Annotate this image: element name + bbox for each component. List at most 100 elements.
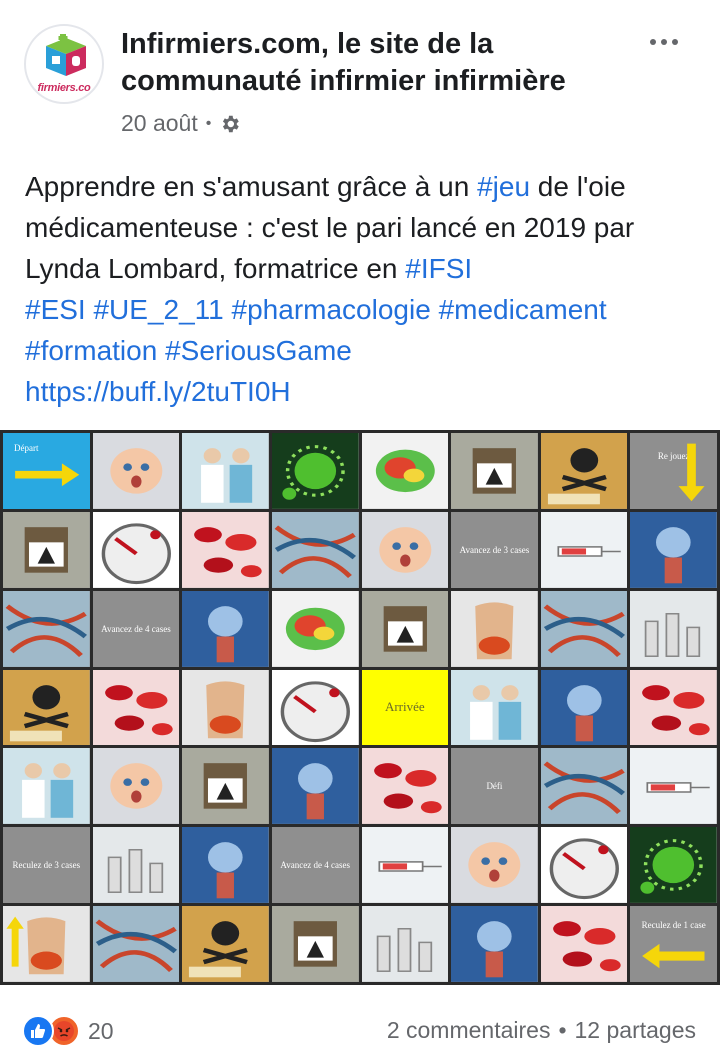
post-link[interactable]: https://buff.ly/2tuTI0H xyxy=(25,376,291,407)
xray-illustration xyxy=(182,590,269,667)
arrow-icon xyxy=(642,944,705,969)
arrow-icon xyxy=(678,443,705,502)
syringe-illustration xyxy=(630,748,717,825)
board-cell-gauge-image xyxy=(92,511,180,588)
board-cell-vessels-image xyxy=(271,511,359,588)
board-cell-rejouez: Re jouez xyxy=(630,433,717,509)
board-cell-syringe-image xyxy=(540,511,628,588)
poison-illustration xyxy=(182,906,269,982)
meds-illustration xyxy=(361,906,449,982)
board-cell-vessels-image xyxy=(92,906,180,982)
board-cell-box-image xyxy=(271,906,359,982)
board-cell-back-image xyxy=(182,669,269,746)
shares-count[interactable]: 12 partages xyxy=(575,1017,696,1044)
board-cell-box-image xyxy=(3,511,90,588)
box-illustration xyxy=(361,590,449,667)
hashtag-ifsi[interactable]: #IFSI xyxy=(405,253,472,284)
box-illustration xyxy=(182,748,269,825)
gear-icon xyxy=(223,115,240,132)
board-cell-poison-image xyxy=(182,906,269,982)
hashtag-pharmacologie[interactable]: #pharmacologie xyxy=(232,294,431,325)
meta-separator: • xyxy=(205,114,212,132)
gauge-illustration xyxy=(271,669,359,746)
board-cell-gauge-image xyxy=(540,827,628,904)
board-cell-poison-image xyxy=(3,669,90,746)
back-illustration xyxy=(182,669,269,746)
board-cell-xray-image xyxy=(451,906,538,982)
board-cell-virus-image xyxy=(630,827,717,904)
hashtag-jeu[interactable]: #jeu xyxy=(477,171,530,202)
board-cell-nurses-image xyxy=(182,433,269,509)
vessels-illustration xyxy=(271,511,359,588)
board-cell-reculez1: Reculez de 1 case xyxy=(630,906,717,982)
board-cell-label: Avancez de 3 cases xyxy=(459,544,530,555)
post-date[interactable]: 20 août xyxy=(121,110,198,137)
board-cell-back-image xyxy=(3,906,90,982)
board-cell-xray-image xyxy=(540,669,628,746)
syringe-illustration xyxy=(361,827,449,904)
board-cell-defi: Défi xyxy=(451,748,538,825)
reactions-summary[interactable]: 20 xyxy=(22,1015,114,1047)
nurses-illustration xyxy=(3,748,90,825)
board-cell-arrivee: Arrivée xyxy=(361,669,449,746)
baby-illustration xyxy=(92,433,180,509)
infirmiers-logo-icon xyxy=(46,34,86,76)
board-cell-nurses-image xyxy=(3,748,90,825)
blood-illustration xyxy=(630,669,717,746)
board-cell-nurses-image xyxy=(451,669,538,746)
hashtag-esi[interactable]: #ESI xyxy=(25,294,86,325)
blood-illustration xyxy=(540,906,628,982)
board-cell-vessels-image xyxy=(540,590,628,667)
avatar-logo-text: firmiers.co xyxy=(37,82,91,94)
brain-illustration xyxy=(271,590,359,667)
post-meta: 20 août • xyxy=(121,110,241,137)
baby-illustration xyxy=(451,827,538,904)
vessels-illustration xyxy=(3,590,90,667)
board-cell-vessels-image xyxy=(3,590,90,667)
comments-count[interactable]: 2 commentaires xyxy=(387,1017,551,1044)
hashtag-seriousgame[interactable]: #SeriousGame xyxy=(165,335,352,366)
arrow-icon xyxy=(15,463,80,487)
board-cell-box-image xyxy=(361,590,449,667)
board-cell-poison-image xyxy=(540,433,628,509)
hashtag-formation[interactable]: #formation xyxy=(25,335,157,366)
more-options-button[interactable] xyxy=(644,30,684,54)
board-cell-label: Reculez de 3 cases xyxy=(12,860,81,871)
virus-illustration xyxy=(271,433,359,509)
baby-illustration xyxy=(92,748,180,825)
xray-illustration xyxy=(451,906,538,982)
nurses-illustration xyxy=(182,433,269,509)
page-name[interactable]: Infirmiers.com, le site de la communauté… xyxy=(121,26,621,100)
post-stats: 2 commentaires • 12 partages xyxy=(387,1017,696,1044)
box-illustration xyxy=(3,511,90,588)
hashtag-medicament[interactable]: #medicament xyxy=(439,294,607,325)
syringe-illustration xyxy=(540,511,628,588)
board-cell-avancez4a: Avancez de 4 cases xyxy=(92,590,180,667)
board-cell-reculez3: Reculez de 3 cases xyxy=(3,827,90,904)
vessels-illustration xyxy=(92,906,180,982)
hashtag-ue[interactable]: #UE_2_11 xyxy=(93,294,223,325)
board-cell-avancez4b: Avancez de 4 cases xyxy=(271,827,359,904)
board-cell-depart: Départ xyxy=(3,433,90,509)
board-cell-label: Arrivée xyxy=(384,699,425,715)
board-cell-blood-image xyxy=(540,906,628,982)
board-cell-meds-image xyxy=(630,590,717,667)
board-cell-meds-image xyxy=(92,827,180,904)
page-avatar[interactable]: firmiers.co xyxy=(24,24,104,104)
board-cell-brain-image xyxy=(271,590,359,667)
game-board-image[interactable]: Départ Re jouez Avancez de 3 cases Avancez … xyxy=(0,430,720,985)
brain-illustration xyxy=(361,433,449,509)
board-cell-blood-image xyxy=(361,748,449,825)
board-cell-baby-image xyxy=(361,511,449,588)
blood-illustration xyxy=(92,669,180,746)
nurses-illustration xyxy=(451,669,538,746)
back-illustration xyxy=(451,590,538,667)
gauge-illustration xyxy=(540,827,628,904)
baby-illustration xyxy=(361,511,449,588)
stats-separator: • xyxy=(558,1017,567,1043)
poison-illustration xyxy=(540,433,628,509)
board-cell-virus-image xyxy=(271,433,359,509)
board-cell-label: Avancez de 4 cases xyxy=(280,860,350,871)
board-cell-syringe-image xyxy=(630,748,717,825)
board-cell-xray-image xyxy=(182,827,269,904)
